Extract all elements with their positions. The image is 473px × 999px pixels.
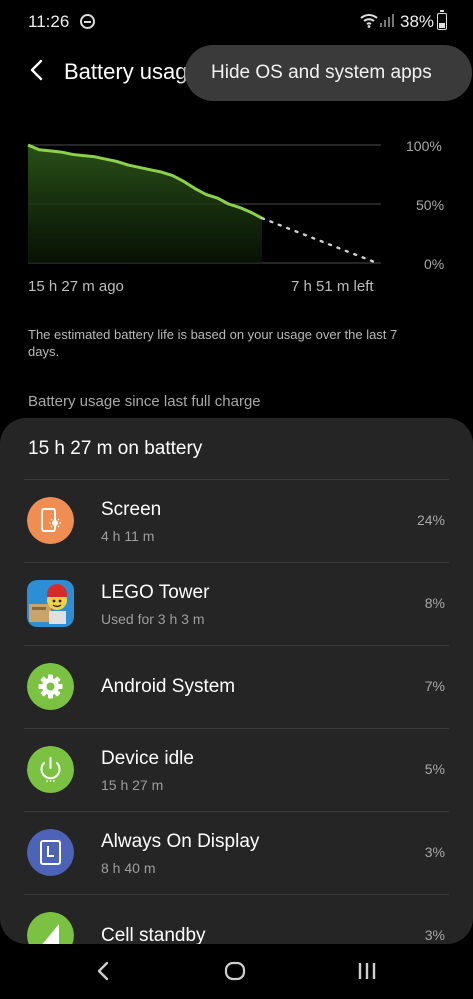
app-percent: 8% [424, 595, 445, 611]
app-row-cell-standby[interactable]: Cell standby 3% [0, 894, 473, 944]
app-usage-time: Used for 3 h 3 m [101, 611, 205, 627]
battery-time-header: 15 h 27 m on battery [28, 438, 203, 459]
divider [24, 562, 449, 563]
screen-brightness-icon [27, 497, 74, 544]
app-percent: 24% [416, 512, 445, 528]
app-percent: 7% [424, 678, 445, 694]
status-time: 11:26 [28, 12, 70, 31]
cell-signal-status-icon [380, 14, 394, 27]
nav-back-icon[interactable] [94, 959, 112, 983]
x-label-start: 15 h 27 m ago [28, 278, 124, 295]
app-name: Cell standby [101, 925, 206, 944]
home-icon[interactable] [224, 959, 246, 983]
status-bar: 11:26 38% [0, 0, 473, 44]
app-usage-time: 4 h 11 m [101, 528, 155, 544]
app-name: Device idle [101, 748, 194, 769]
app-row-android-system[interactable]: Android System 7% [0, 645, 473, 728]
y-tick-label: 0% [424, 256, 445, 272]
projection-line [260, 216, 379, 265]
y-tick-label: 100% [406, 138, 442, 154]
back-arrow-icon[interactable] [26, 58, 50, 82]
app-percent: 5% [424, 761, 445, 777]
app-name: Screen [101, 499, 162, 520]
gear-icon [27, 663, 74, 710]
divider [24, 645, 449, 646]
app-row-device-idle[interactable]: Device idle 15 h 27 m 5% [0, 728, 473, 811]
page-title: Battery usage [64, 59, 200, 84]
power-icon [27, 746, 74, 793]
overflow-menu-popup: Hide OS and system apps [185, 45, 472, 101]
app-row-always-on-display[interactable]: Always On Display 8 h 40 m 3% [0, 811, 473, 894]
do-not-disturb-icon [80, 14, 95, 29]
section-title: Battery usage since last full charge [28, 393, 261, 410]
battery-percent: 38% [400, 12, 435, 31]
app-percent: 3% [424, 927, 445, 943]
battery-chart: 100% 50% 0% 15 h 27 m ago 7 h 51 m left [0, 130, 473, 300]
app-row-lego-tower[interactable]: LEGO Tower Used for 3 h 3 m 8% [0, 562, 473, 645]
battery-icon [437, 10, 447, 30]
app-name: Always On Display [101, 831, 260, 852]
app-row-screen[interactable]: Screen 4 h 11 m 24% [0, 479, 473, 562]
app-usage-time: 8 h 40 m [101, 860, 156, 876]
y-tick-label: 50% [416, 197, 445, 213]
app-usage-time: 15 h 27 m [101, 777, 164, 793]
divider [24, 728, 449, 729]
app-name: Android System [101, 676, 236, 697]
app-percent: 3% [424, 844, 445, 860]
divider [24, 894, 449, 895]
clock-display-icon [27, 829, 74, 876]
app-name: LEGO Tower [101, 582, 210, 603]
battery-chart-svg [27, 143, 381, 265]
x-label-end: 7 h 51 m left [291, 278, 374, 295]
estimate-note: The estimated battery life is based on y… [28, 327, 398, 359]
recents-icon[interactable] [356, 959, 378, 983]
menu-item-hide-system-apps[interactable]: Hide OS and system apps [211, 62, 432, 84]
divider [24, 479, 449, 480]
navigation-bar [0, 944, 473, 999]
divider [24, 811, 449, 812]
usage-card: 15 h 27 m on battery Screen 4 h 11 m 24%… [0, 418, 473, 944]
wifi-icon [360, 14, 378, 28]
lego-tower-app-icon [27, 580, 74, 627]
cell-signal-icon [27, 912, 74, 944]
